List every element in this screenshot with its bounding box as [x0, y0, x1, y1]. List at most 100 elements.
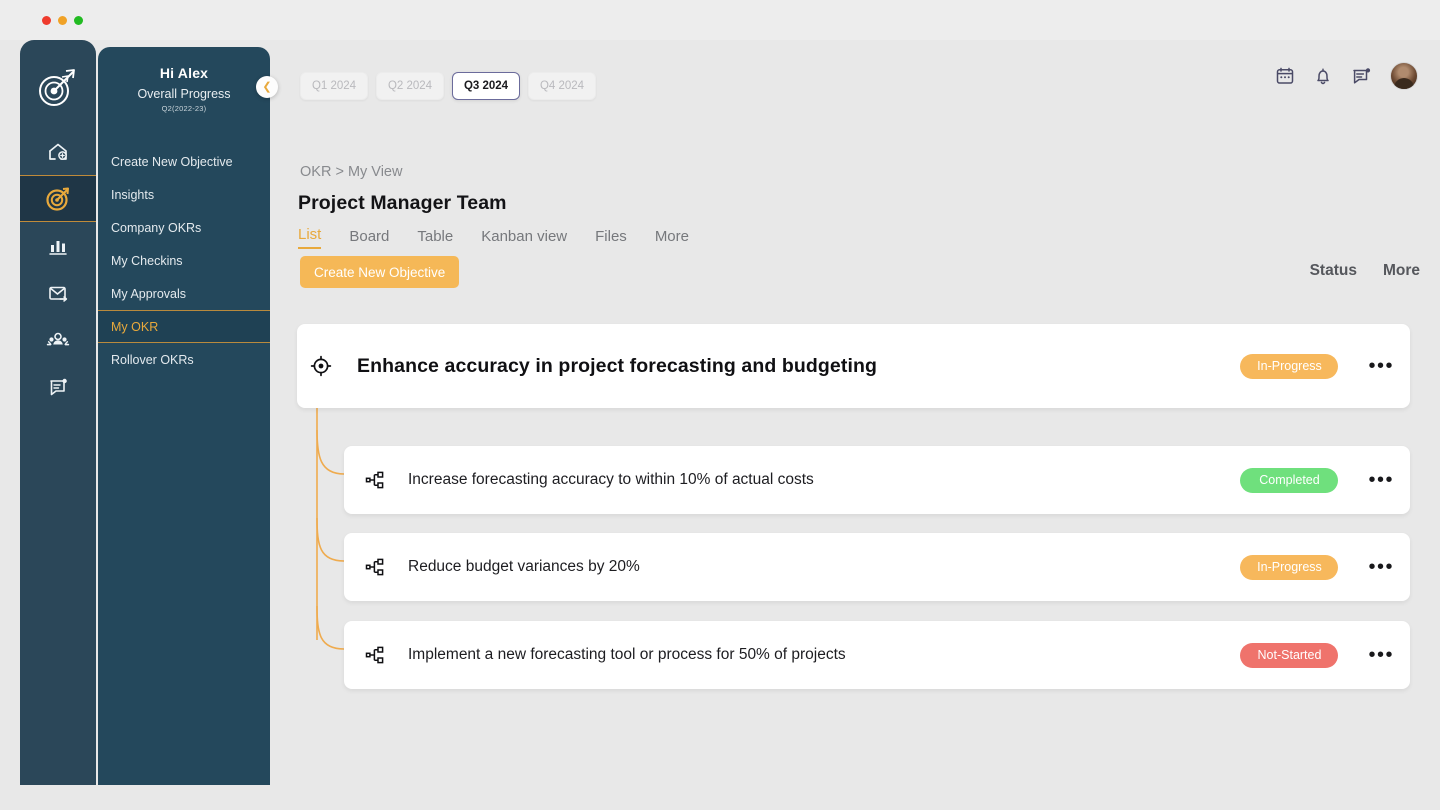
- rail-item-teams[interactable]: [20, 316, 96, 363]
- maximize-window-button[interactable]: [74, 15, 83, 25]
- sidebar-item-company-okrs[interactable]: Company OKRs: [98, 211, 270, 244]
- sidebar-item-label: Insights: [111, 187, 155, 202]
- objective-title: Enhance accuracy in project forecasting …: [357, 354, 877, 377]
- more-options-icon[interactable]: •••: [1368, 470, 1394, 490]
- target-icon: [46, 187, 69, 211]
- chevron-left-icon: ❮: [262, 80, 272, 93]
- tab-list[interactable]: List: [298, 226, 322, 249]
- create-new-objective-button[interactable]: Create New Objective: [300, 256, 460, 288]
- rail-item-okr[interactable]: [20, 175, 96, 222]
- messages-icon[interactable]: [1351, 66, 1372, 86]
- status-badge[interactable]: Completed: [1240, 467, 1339, 493]
- view-tab-label: Files: [595, 228, 627, 245]
- quarter-tab-list: Q1 2024 Q2 2024 Q3 2024 Q4 2024: [300, 72, 596, 100]
- user-avatar[interactable]: [1390, 62, 1418, 90]
- minimize-window-button[interactable]: [58, 15, 67, 25]
- more-options-icon[interactable]: •••: [1368, 557, 1394, 577]
- rail-item-mail[interactable]: [20, 269, 96, 316]
- top-action-bar: [1275, 62, 1418, 90]
- quarter-tab-label: Q3 2024: [463, 80, 509, 92]
- key-result-title: Implement a new forecasting tool or proc…: [408, 646, 846, 663]
- key-result-node-icon: [364, 557, 386, 577]
- key-result-row[interactable]: Reduce budget variances by 20% In-Progre…: [344, 533, 1410, 601]
- quarter-tab-q2[interactable]: Q2 2024: [376, 72, 444, 100]
- view-tab-list: List Board Table Kanban view Files More: [298, 226, 689, 249]
- greeting-text: Hi Alex: [159, 65, 209, 81]
- quarter-tab-q3[interactable]: Q3 2024: [452, 72, 520, 100]
- key-result-node-icon: [364, 645, 386, 665]
- objective-actions: In-Progress •••: [1240, 353, 1394, 379]
- view-tab-label: More: [654, 228, 689, 245]
- sidebar-item-my-okr[interactable]: My OKR: [98, 310, 270, 343]
- navigation-sidebar: Hi Alex Overall Progress Q2(2022-23) Cre…: [98, 47, 270, 785]
- window-controls: [42, 15, 83, 25]
- rail-item-feedback[interactable]: [20, 363, 96, 410]
- objective-card[interactable]: Enhance accuracy in project forecasting …: [297, 324, 1410, 408]
- rail-item-list: [20, 128, 96, 410]
- key-result-actions: In-Progress •••: [1240, 554, 1394, 580]
- quarter-tab-label: Q2 2024: [387, 80, 433, 92]
- key-result-title: Increase forecasting accuracy to within …: [408, 471, 814, 488]
- key-result-row[interactable]: Increase forecasting accuracy to within …: [344, 446, 1410, 514]
- breadcrumb[interactable]: OKR > My View: [300, 164, 402, 180]
- column-header-status: Status: [1309, 262, 1357, 279]
- mail-send-icon: [49, 286, 68, 302]
- sidebar-collapse-button[interactable]: ❮: [256, 76, 278, 98]
- overall-progress-label: Overall Progress: [137, 87, 231, 101]
- sidebar-item-insights[interactable]: Insights: [98, 178, 270, 211]
- key-result-row[interactable]: Implement a new forecasting tool or proc…: [344, 621, 1410, 689]
- notifications-bell-icon[interactable]: [1313, 66, 1333, 86]
- objective-target-icon: [309, 355, 333, 377]
- sidebar-item-label: Rollover OKRs: [111, 352, 194, 367]
- sidebar-item-label: Company OKRs: [111, 220, 202, 235]
- more-options-icon[interactable]: •••: [1368, 356, 1394, 376]
- sidebar-item-create-new-objective[interactable]: Create New Objective: [98, 145, 270, 178]
- rail-item-analytics[interactable]: [20, 222, 96, 269]
- more-options-icon[interactable]: •••: [1368, 645, 1394, 665]
- sidebar-item-label: My Checkins: [111, 253, 183, 268]
- key-result-title: Reduce budget variances by 20%: [408, 558, 640, 575]
- view-tab-label: Kanban view: [481, 228, 568, 245]
- sidebar-item-my-approvals[interactable]: My Approvals: [98, 277, 270, 310]
- sidebar-quarter-label: Q2(2022-23): [161, 104, 207, 113]
- main-content: Q1 2024 Q2 2024 Q3 2024 Q4 2024 OKR > My…: [270, 40, 1440, 810]
- icon-rail: [20, 40, 96, 785]
- feedback-icon: [50, 378, 67, 395]
- tab-table[interactable]: Table: [417, 228, 453, 249]
- status-badge[interactable]: Not-Started: [1240, 642, 1339, 668]
- quarter-tab-q1[interactable]: Q1 2024: [300, 72, 368, 100]
- tab-files[interactable]: Files: [595, 228, 627, 249]
- close-window-button[interactable]: [42, 15, 51, 25]
- sidebar-header: Hi Alex Overall Progress Q2(2022-23): [98, 47, 270, 121]
- key-result-actions: Not-Started •••: [1240, 642, 1394, 668]
- sidebar-item-rollover-okrs[interactable]: Rollover OKRs: [98, 343, 270, 376]
- sidebar-item-label: Create New Objective: [111, 154, 233, 169]
- bar-chart-icon: [49, 240, 67, 255]
- rail-item-home[interactable]: [20, 128, 96, 175]
- view-tab-label: Table: [417, 228, 454, 245]
- key-result-node-icon: [364, 470, 386, 490]
- tab-more[interactable]: More: [655, 228, 689, 249]
- status-badge[interactable]: In-Progress: [1240, 554, 1339, 580]
- tree-connector-lines: [316, 408, 345, 650]
- column-headers: Status More: [1310, 262, 1420, 280]
- status-badge[interactable]: In-Progress: [1240, 353, 1339, 379]
- home-add-icon: [49, 143, 67, 160]
- people-icon: [46, 332, 70, 345]
- sidebar-item-label: My OKR: [111, 319, 159, 334]
- page-title: Project Manager Team: [298, 192, 507, 214]
- app-window: Hi Alex Overall Progress Q2(2022-23) Cre…: [0, 0, 1440, 810]
- app-logo-icon: [32, 62, 84, 114]
- key-result-actions: Completed •••: [1240, 467, 1394, 493]
- tab-kanban-view[interactable]: Kanban view: [481, 228, 567, 249]
- column-header-more: More: [1382, 262, 1420, 279]
- tab-board[interactable]: Board: [349, 228, 389, 249]
- quarter-tab-label: Q1 2024: [311, 80, 357, 92]
- calendar-icon[interactable]: [1275, 66, 1295, 86]
- view-tab-label: List: [298, 226, 322, 243]
- view-tab-label: Board: [349, 228, 390, 245]
- sidebar-item-label: My Approvals: [111, 286, 187, 301]
- quarter-tab-q4[interactable]: Q4 2024: [528, 72, 596, 100]
- quarter-tab-label: Q4 2024: [539, 80, 585, 92]
- sidebar-item-my-checkins[interactable]: My Checkins: [98, 244, 270, 277]
